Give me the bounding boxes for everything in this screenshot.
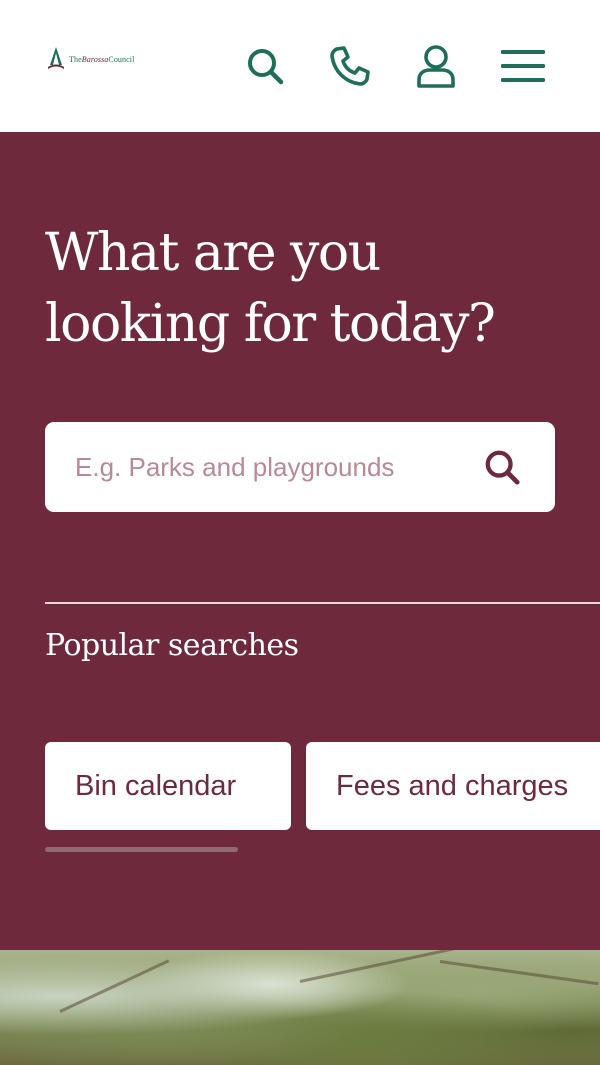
search-input[interactable] bbox=[75, 422, 475, 512]
logo-text: TheBarossaCouncil bbox=[69, 54, 135, 64]
user-icon bbox=[417, 45, 455, 88]
popular-search-chip-bin-calendar[interactable]: Bin calendar bbox=[45, 742, 291, 830]
search-icon bbox=[485, 450, 520, 485]
search-icon bbox=[248, 49, 284, 85]
site-header: TheBarossaCouncil bbox=[0, 0, 600, 132]
section-divider bbox=[45, 602, 600, 604]
search-hero: What are youlooking for today? Popular s… bbox=[0, 132, 600, 950]
popular-searches-list: Bin calendar Fees and charges bbox=[45, 742, 600, 832]
header-account-button[interactable] bbox=[412, 42, 460, 90]
site-search-form bbox=[45, 422, 555, 512]
search-submit-button[interactable] bbox=[479, 444, 525, 490]
header-search-button[interactable] bbox=[241, 42, 289, 90]
phone-icon bbox=[330, 46, 370, 86]
header-phone-button[interactable] bbox=[326, 42, 374, 90]
header-menu-button[interactable] bbox=[499, 42, 547, 90]
hamburger-menu-icon bbox=[501, 50, 545, 82]
chips-scroll-indicator[interactable] bbox=[45, 847, 238, 852]
hero-background-photo bbox=[0, 950, 600, 1065]
popular-search-chip-fees-and-charges[interactable]: Fees and charges bbox=[306, 742, 600, 830]
page-title: What are you looking for today? bbox=[45, 223, 496, 354]
logo-mark-icon bbox=[48, 47, 64, 69]
site-logo[interactable]: TheBarossaCouncil bbox=[45, 44, 134, 74]
popular-searches-heading: Popular searches bbox=[45, 628, 299, 663]
